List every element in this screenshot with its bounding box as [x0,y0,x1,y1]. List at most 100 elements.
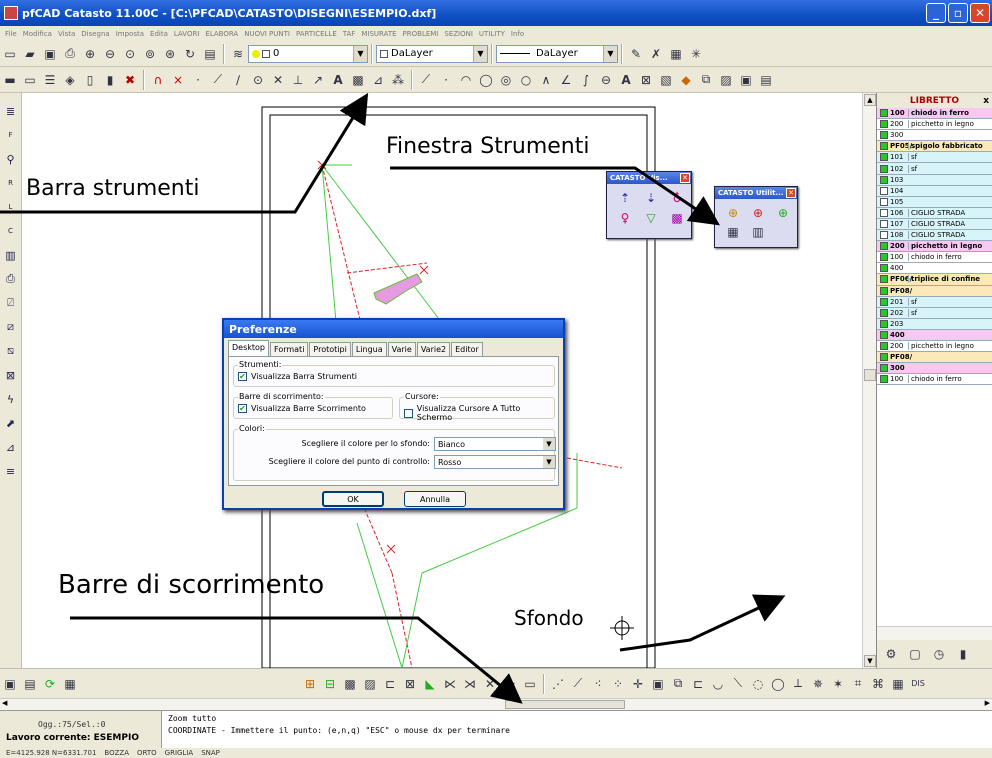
libretto-row[interactable]: 201 sf [877,296,992,308]
point-checkbox-icon[interactable] [880,353,888,362]
point-checkbox-icon[interactable] [880,375,888,384]
libretto-horizontal-scrollbar[interactable] [877,626,992,640]
draw-line-icon[interactable]: ⟋ [418,72,434,88]
orto-toggle[interactable]: ORTO [137,749,157,757]
point-checkbox-icon[interactable] [880,275,888,284]
block-icon[interactable]: ◈ [62,72,78,88]
rect-icon[interactable]: ⊠ [638,72,654,88]
point-dot-icon[interactable]: · [190,72,206,88]
point-checkbox-icon[interactable] [880,253,888,262]
save-icon[interactable]: ▣ [42,46,58,62]
draw-arc-icon[interactable]: ◠ [458,72,474,88]
catasto-vis-titlebar[interactable]: CATASTO Vis... ✕ [607,172,691,184]
frame3-icon[interactable]: ⊠ [3,367,19,383]
point-checkbox-icon[interactable] [880,342,888,351]
libretto-row[interactable]: 200 picchetto in legno [877,241,992,253]
tool-c2-icon[interactable]: ⟋ [570,676,586,692]
fullscreen-cursor-checkbox[interactable]: Visualizza Cursore A Tutto Schermo [404,404,554,422]
spline-icon[interactable]: ∫ [578,72,594,88]
libretto-row[interactable]: 102 sf [877,163,992,175]
close-button[interactable]: ✕ [970,3,990,23]
tool-b11-icon[interactable]: ✢ [502,676,518,692]
properties-icon[interactable]: ▤ [202,46,218,62]
point-checkbox-icon[interactable] [880,319,888,328]
doc-icon[interactable]: ▯ [82,72,98,88]
zoom-orange-icon[interactable]: ⊕ [725,205,741,221]
fill-icon[interactable]: ◆ [678,72,694,88]
scroll-down-icon[interactable]: ▼ [864,655,876,667]
insert-block-icon[interactable]: ⧉ [698,72,714,88]
libretto-row[interactable]: 200 picchetto in legno [877,119,992,131]
point-checkbox-icon[interactable] [880,264,888,273]
libretto-row[interactable]: 100 chiodo in ferro [877,108,992,120]
point-checkbox-icon[interactable] [880,197,888,206]
fascio-icon[interactable]: F [3,127,19,143]
cross-icon[interactable]: ✕ [270,72,286,88]
draw-circle2-icon[interactable]: ◎ [498,72,514,88]
tab-formati[interactable]: Formati [270,342,309,356]
draw-circle-icon[interactable]: ◯ [478,72,494,88]
minimize-button[interactable]: _ [926,3,946,23]
tool-c16-icon[interactable]: ⌗ [850,676,866,692]
point-checkbox-icon[interactable] [880,175,888,184]
libretto-row[interactable]: PF08/ [877,285,992,297]
tool-c19-icon[interactable]: DIS [910,676,926,692]
zoom-previous-icon[interactable]: ⊛ [162,46,178,62]
edm-icon[interactable]: ▣ [2,676,18,692]
scroll-left-icon[interactable]: ◀ [2,699,7,707]
snap-toggle[interactable]: SNAP [201,749,220,757]
show-scrollbars-checkbox[interactable]: ✔ Visualizza Barre Scorrimento [238,404,366,413]
tool-b12-icon[interactable]: ▭ [522,676,538,692]
libretto-row[interactable]: PF08/ [877,352,992,364]
tool-c1-icon[interactable]: ⋰ [550,676,566,692]
tool-c8-icon[interactable]: ⊏ [690,676,706,692]
menu-edita[interactable]: Edita [147,30,171,38]
tool-b9-icon[interactable]: ⋊ [462,676,478,692]
print2-icon[interactable]: ⎙ [3,271,19,287]
grid-icon[interactable]: ▦ [668,46,684,62]
stack-icon[interactable]: ☰ [42,72,58,88]
point-checkbox-icon[interactable] [880,120,888,129]
libretto-row[interactable]: 106 CIGLIO STRADA [877,207,992,219]
polyline-icon[interactable]: ∧ [538,72,554,88]
libretto-row[interactable]: PF05/spigolo fabbricato [877,141,992,153]
menu-utility[interactable]: UTILITY [476,30,508,38]
rich-icon[interactable]: R [3,175,19,191]
pick-icon[interactable]: ✳ [688,46,704,62]
libretto-row[interactable]: 300 [877,363,992,375]
command-prompt[interactable]: COORDINATE - Immettere il punto: (e,n,q)… [168,726,510,735]
redraw-icon[interactable]: ↻ [182,46,198,62]
tool-b5-icon[interactable]: ⊏ [382,676,398,692]
magnet-icon[interactable]: ∩ [150,72,166,88]
show-toolbar-checkbox[interactable]: ✔ Visualizza Barra Strumenti [238,372,357,381]
vertical-scrollbar[interactable]: ▲ ▼ [862,93,876,668]
close-icon[interactable]: ✕ [786,188,796,198]
hatch-icon[interactable]: ▩ [350,72,366,88]
lib-icon[interactable]: L [3,199,19,215]
tool-c3-icon[interactable]: ⁖ [590,676,606,692]
image3-icon[interactable]: ▤ [758,72,774,88]
arrow-up-icon[interactable]: ⇡ [617,190,633,206]
tool-b3-icon[interactable]: ▩ [342,676,358,692]
arrow-down-icon[interactable]: ⇣ [643,190,659,206]
point-x-icon[interactable]: × [170,72,186,88]
tool-c13-icon[interactable]: ⟂ [790,676,806,692]
image2-icon[interactable]: ▣ [738,72,754,88]
tool-c15-icon[interactable]: ✶ [830,676,846,692]
tool-b2-icon[interactable]: ⊟ [322,676,338,692]
libretto-row[interactable]: 105 [877,196,992,208]
polyline2-icon[interactable]: ∠ [558,72,574,88]
text-icon[interactable]: A [330,72,346,88]
control-point-color-select[interactable]: Rosso ▼ [434,455,556,469]
menu-sezioni[interactable]: SEZIONI [441,30,476,38]
menu-vista[interactable]: Vista [55,30,78,38]
libretto-row[interactable]: 107 CIGLIO STRADA [877,218,992,231]
horizontal-scroll-thumb[interactable] [505,700,625,709]
point-checkbox-icon[interactable] [880,153,888,162]
note-icon[interactable]: ▤ [22,676,38,692]
zoom-in-icon[interactable]: ⊕ [82,46,98,62]
draw-point-icon[interactable]: · [438,72,454,88]
libretto-row[interactable]: 103 [877,174,992,186]
menu-nuovi-punti[interactable]: NUOVI PUNTI [241,30,293,38]
tab-varie[interactable]: Varie [387,342,416,356]
